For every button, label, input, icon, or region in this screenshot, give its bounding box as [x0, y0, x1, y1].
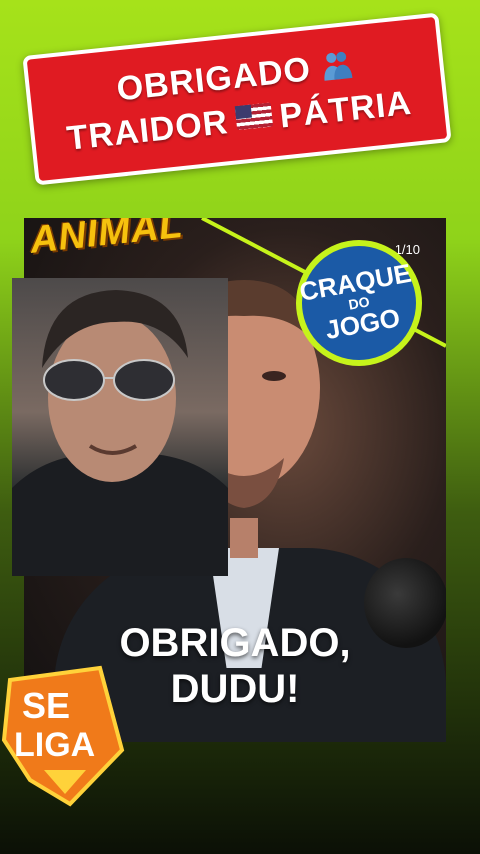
people-hugging-icon — [319, 47, 354, 82]
se-liga-text-2: LIGA — [14, 726, 95, 764]
diagonal-line — [194, 218, 446, 348]
overlay-video[interactable] — [12, 278, 228, 576]
banner-text-traidor: TRAIDOR — [65, 103, 231, 158]
us-flag-icon — [234, 102, 273, 131]
overlay-person — [12, 290, 228, 576]
se-liga-text-1: SE — [22, 685, 70, 726]
se-liga-sticker: SE LIGA — [1, 665, 125, 807]
banner-text-patria: PÁTRIA — [277, 83, 414, 136]
title-banner: OBRIGADO TRAIDOR PÁTRIA — [22, 12, 452, 186]
badge-text-bottom: JOGO — [323, 302, 403, 345]
